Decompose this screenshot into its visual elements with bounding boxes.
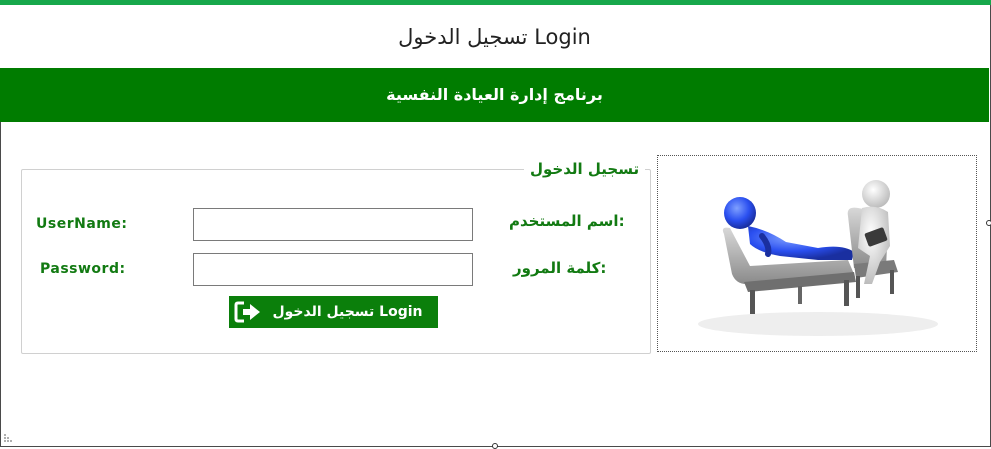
username-label-ar: اسم المستخدم: — [509, 212, 625, 230]
therapy-session-illustration — [698, 180, 938, 336]
window-title: تسجيل الدخول Login — [398, 25, 591, 49]
app-name: برنامج إدارة العيادة النفسية — [386, 85, 603, 104]
login-button-label: تسجيل الدخول Login — [272, 304, 423, 320]
username-input[interactable] — [193, 208, 473, 241]
password-label-en: Password: — [40, 261, 126, 277]
login-groupbox-legend: تسجيل الدخول — [524, 158, 646, 180]
login-button[interactable]: تسجيل الدخول Login — [229, 296, 438, 328]
password-label-ar: كلمة المرور: — [513, 259, 607, 277]
resize-handle-right[interactable] — [986, 220, 991, 226]
resize-handle-bottom[interactable] — [492, 443, 498, 449]
app-banner: برنامج إدارة العيادة النفسية — [0, 68, 989, 122]
size-grip-icon[interactable] — [3, 433, 13, 443]
therapy-session-picture — [657, 155, 977, 352]
title-bar: تسجيل الدخول Login — [0, 5, 989, 68]
password-input[interactable] — [193, 253, 473, 286]
username-label-en: UserName: — [36, 216, 128, 232]
sign-in-icon — [233, 299, 263, 325]
